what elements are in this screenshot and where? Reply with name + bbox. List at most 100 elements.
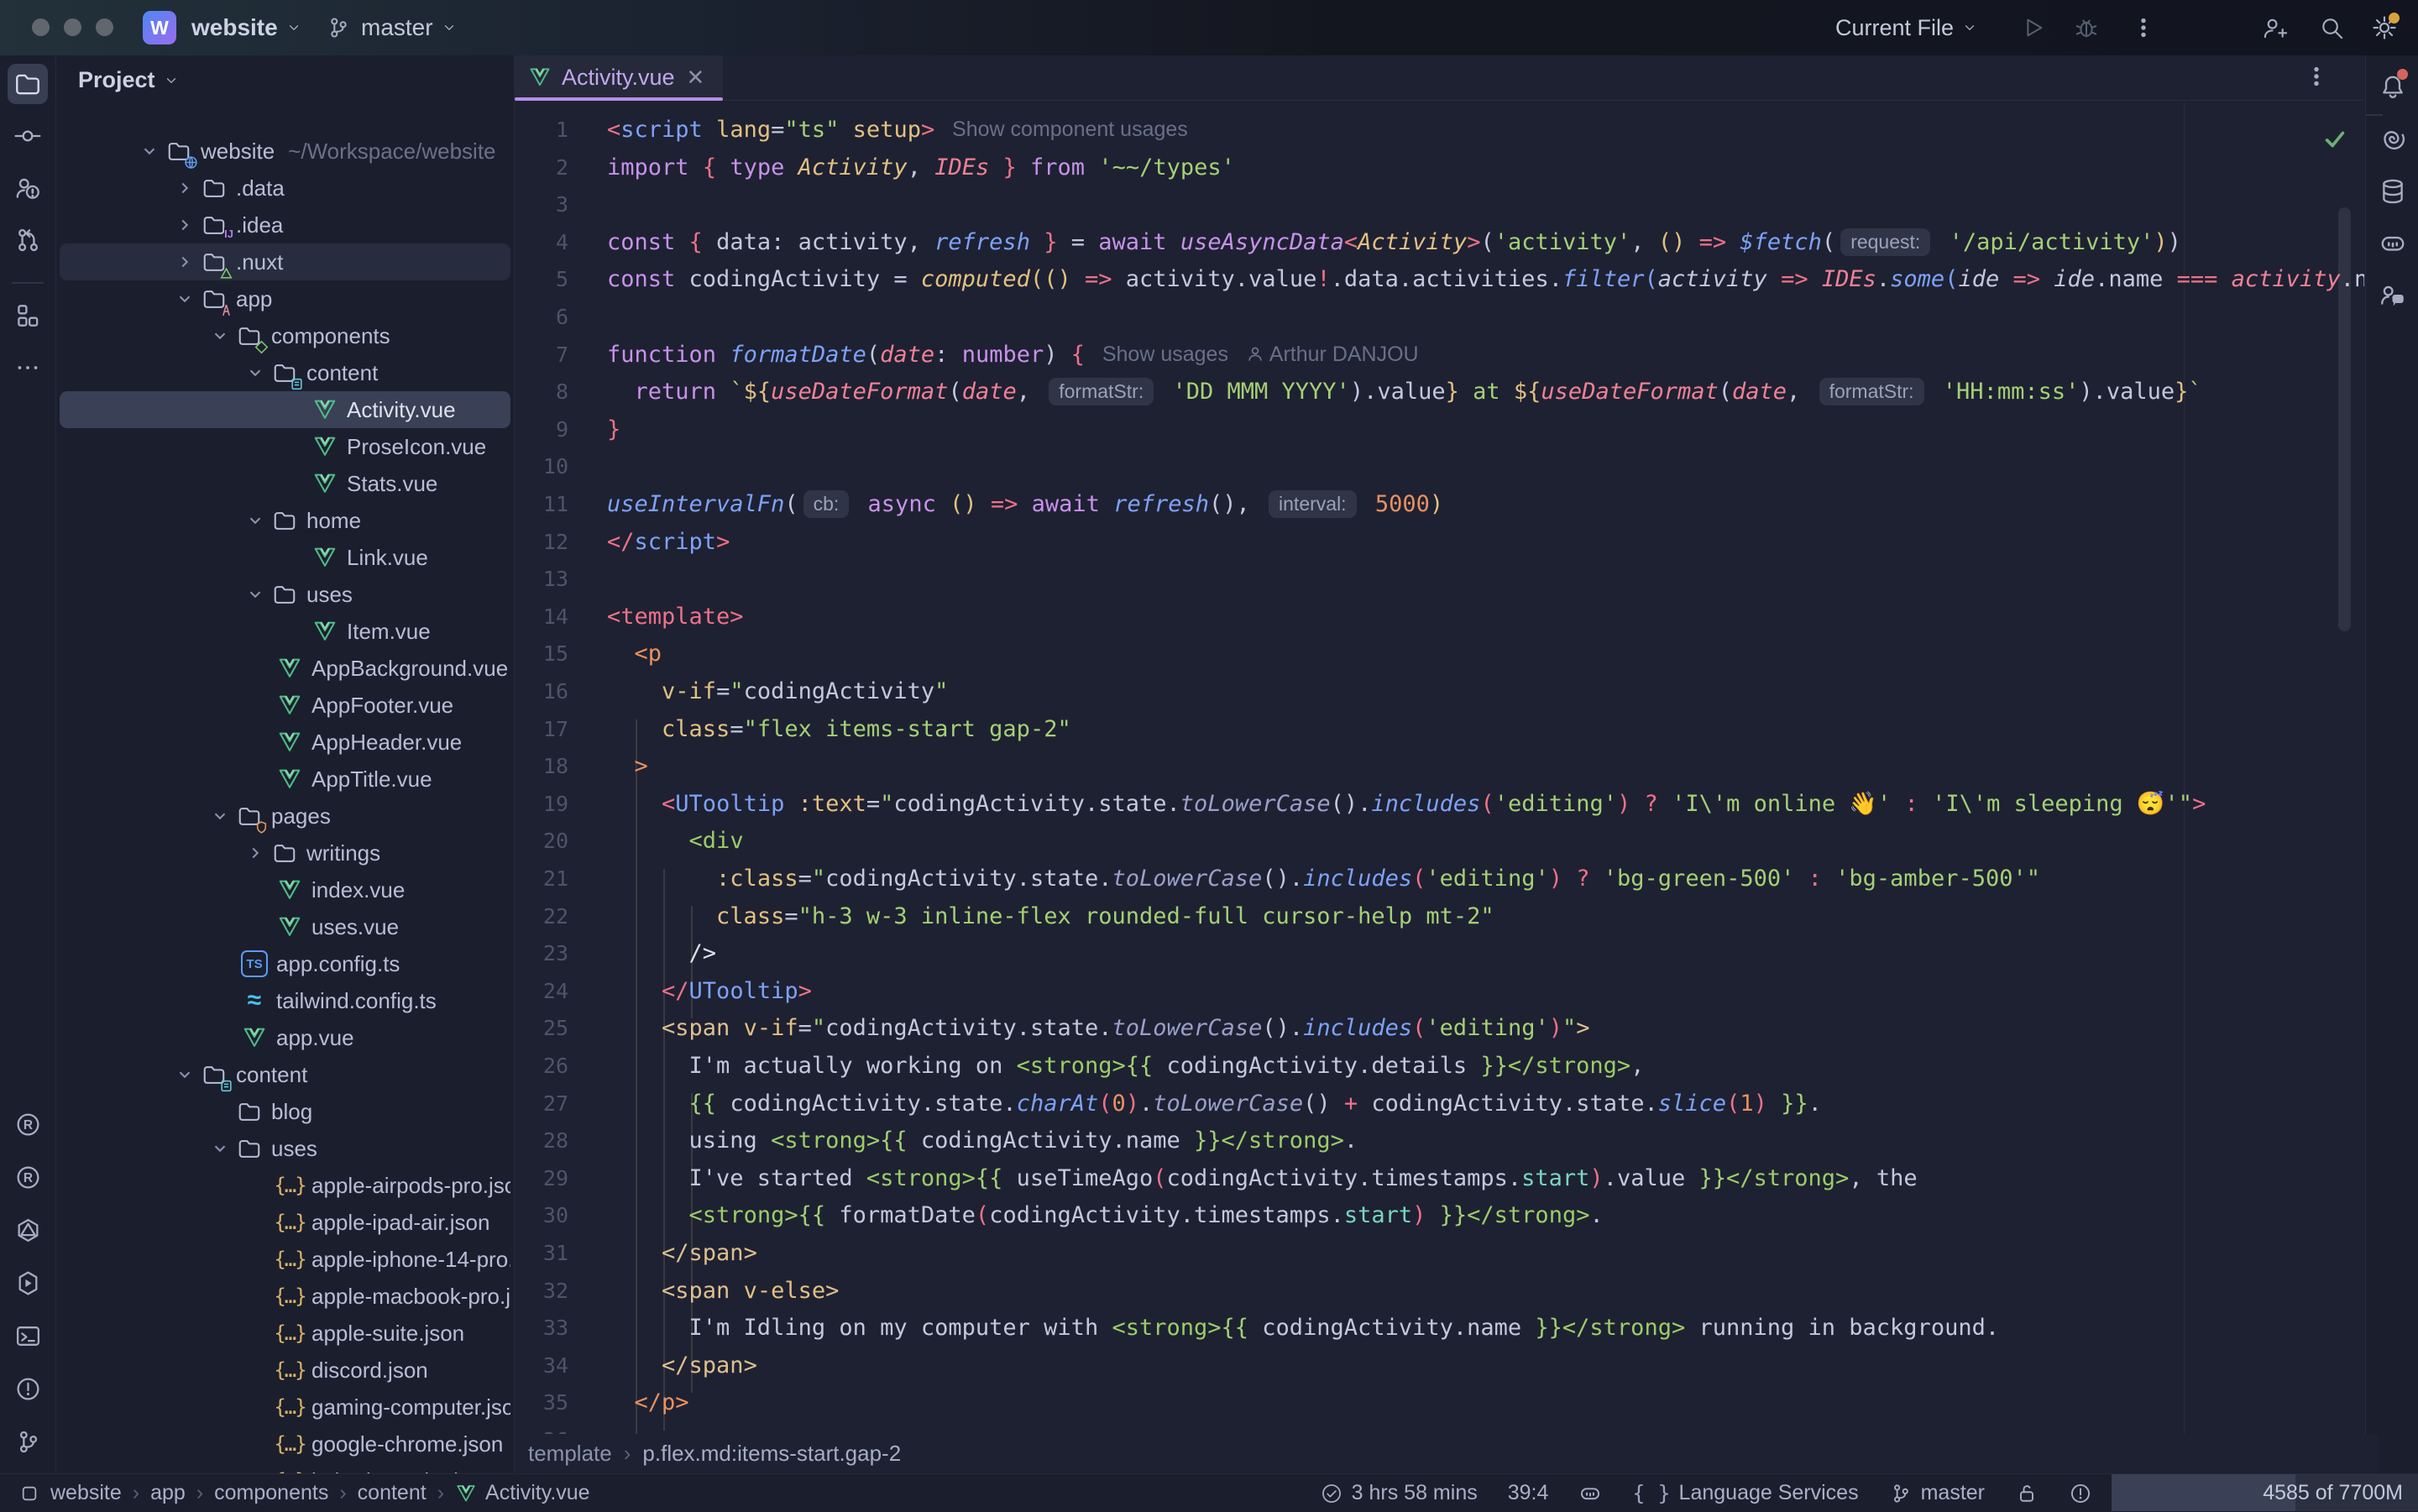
chevron-down-icon[interactable] [137, 142, 162, 160]
code-line[interactable]: 10 [515, 447, 2364, 485]
window-zoom-button[interactable] [96, 18, 113, 36]
code-line[interactable]: 27 {{ codingActivity.state.charAt(0).toL… [515, 1085, 2364, 1122]
code-line[interactable]: 12</script> [515, 523, 2364, 561]
breadcrumb-template[interactable]: template [528, 1441, 612, 1467]
run-configuration-selector[interactable]: Current File [1835, 0, 1977, 55]
chevron-down-icon[interactable] [172, 290, 197, 308]
debug-button[interactable] [2074, 0, 2099, 55]
line-number[interactable]: 21 [515, 866, 568, 891]
tree-row[interactable]: pages [60, 798, 510, 834]
line-number[interactable]: 36 [515, 1428, 568, 1434]
project-panel-header[interactable]: Project [78, 67, 179, 93]
line-number[interactable]: 7 [515, 343, 568, 367]
tree-row[interactable]: {…}apple-ipad-air.json [60, 1204, 510, 1241]
tree-row[interactable]: Stats.vue [60, 465, 510, 502]
code-line[interactable]: 28 using <strong>{{ codingActivity.name … [515, 1122, 2364, 1159]
code-vision-inlay[interactable]: Show usages [1085, 343, 1246, 367]
project-folder-tool-button[interactable] [8, 64, 48, 104]
chevron-down-icon[interactable] [207, 327, 233, 345]
code-line[interactable]: 5const codingActivity = computed(() => a… [515, 260, 2364, 298]
code-line[interactable]: 23 /> [515, 934, 2364, 972]
tree-row[interactable]: TSapp.config.ts [60, 945, 510, 982]
line-number[interactable]: 20 [515, 829, 568, 853]
window-minimize-button[interactable] [64, 18, 81, 36]
tree-row[interactable]: uses [60, 1130, 510, 1167]
problems-tool-button[interactable] [8, 1368, 48, 1409]
memory-indicator[interactable]: 4585 of 7700M [2112, 1474, 2418, 1511]
database-tool-button[interactable] [2373, 171, 2413, 212]
tree-row[interactable]: content [60, 354, 510, 391]
code-line[interactable]: 20 <div [515, 822, 2364, 860]
structure-tool-button[interactable] [8, 296, 48, 336]
tree-row[interactable]: {…}google-chrome.json [60, 1426, 510, 1462]
tab-activity-vue[interactable]: Activity.vue ✕ [515, 55, 723, 99]
tree-row[interactable]: IJ.idea [60, 207, 510, 243]
status-path-segment[interactable]: content [358, 1481, 427, 1505]
chevron-down-icon[interactable] [243, 364, 268, 382]
code-line[interactable]: 34 </span> [515, 1347, 2364, 1384]
code-line[interactable]: 36 <p [515, 1421, 2364, 1434]
code-line[interactable]: 31 </span> [515, 1234, 2364, 1272]
line-number[interactable]: 3 [515, 192, 568, 217]
code-line[interactable]: 35 </p> [515, 1384, 2364, 1421]
tree-row[interactable]: blog [60, 1093, 510, 1130]
code-line[interactable]: 1<script lang="ts" setup> Show component… [515, 111, 2364, 149]
code-line[interactable]: 22 class="h-3 w-3 inline-flex rounded-fu… [515, 897, 2364, 935]
line-number[interactable]: 22 [515, 904, 568, 929]
terminal-tool-button[interactable] [8, 1316, 48, 1356]
tree-row[interactable]: content [60, 1056, 510, 1093]
line-number[interactable]: 4 [515, 230, 568, 254]
chevron-right-icon[interactable] [172, 179, 197, 197]
code-line[interactable]: 26 I'm actually working on <strong>{{ co… [515, 1047, 2364, 1085]
line-number[interactable]: 15 [515, 641, 568, 666]
tree-row[interactable]: .data [60, 170, 510, 207]
breadcrumb-element[interactable]: p.flex.md:items-start.gap-2 [642, 1441, 901, 1467]
code-with-me-tool-button[interactable] [8, 168, 48, 208]
status-widget-language-services[interactable]: { }Language Services [1632, 1481, 1858, 1505]
tree-row[interactable]: Item.vue [60, 613, 510, 650]
tree-row[interactable]: index.vue [60, 871, 510, 908]
more-dots-tool-button[interactable] [8, 348, 48, 388]
status-widget[interactable] [2069, 1482, 2092, 1505]
line-number[interactable]: 14 [515, 604, 568, 629]
chevron-down-icon[interactable] [172, 1065, 197, 1084]
line-number[interactable]: 26 [515, 1054, 568, 1078]
chevron-down-icon[interactable] [207, 807, 233, 825]
tree-row[interactable]: AppTitle.vue [60, 761, 510, 798]
line-number[interactable]: 19 [515, 792, 568, 816]
line-number[interactable]: 32 [515, 1279, 568, 1303]
editor-options-kebab-icon[interactable] [2304, 64, 2329, 89]
tree-row[interactable]: AppFooter.vue [60, 687, 510, 724]
code-line[interactable]: 6 [515, 298, 2364, 336]
line-number[interactable]: 11 [515, 492, 568, 516]
line-number[interactable]: 10 [515, 454, 568, 479]
status-widget-master[interactable]: master [1889, 1481, 1985, 1505]
branch-selector[interactable]: master [326, 0, 457, 55]
r-plugin-tool-button[interactable]: R [8, 1104, 48, 1144]
graphql-tool-button[interactable] [8, 1210, 48, 1250]
tree-row[interactable]: AppBackground.vue [60, 650, 510, 687]
code-line[interactable]: 32 <span v-else> [515, 1272, 2364, 1310]
tree-row[interactable]: ProseIcon.vue [60, 428, 510, 465]
code-line[interactable]: 3 [515, 186, 2364, 223]
line-number[interactable]: 31 [515, 1241, 568, 1265]
chevron-down-icon[interactable] [207, 1139, 233, 1158]
tree-row[interactable]: AppHeader.vue [60, 724, 510, 761]
tree-row[interactable]: website~/Workspace/website [60, 133, 510, 170]
tree-row[interactable]: writings [60, 834, 510, 871]
commit-tool-button[interactable] [8, 116, 48, 156]
code-line[interactable]: 8 return `${useDateFormat(date, formatSt… [515, 373, 2364, 411]
project-selector[interactable]: website [191, 0, 301, 55]
status-widget[interactable] [2015, 1482, 2039, 1505]
code-line[interactable]: 16 v-if="codingActivity" [515, 672, 2364, 710]
tree-row[interactable]: components [60, 317, 510, 354]
code-line[interactable]: 19 <UTooltip :text="codingActivity.state… [515, 785, 2364, 823]
notifications-bell-tool-button[interactable] [2373, 67, 2413, 107]
tree-row[interactable]: app [60, 280, 510, 317]
ai-spiral-tool-button[interactable] [2373, 119, 2413, 160]
tree-row[interactable]: Link.vue [60, 539, 510, 576]
code-line[interactable]: 17 class="flex items-start gap-2" [515, 710, 2364, 748]
line-number[interactable]: 12 [515, 530, 568, 554]
line-number[interactable]: 17 [515, 717, 568, 741]
tree-row[interactable]: uses.vue [60, 908, 510, 945]
